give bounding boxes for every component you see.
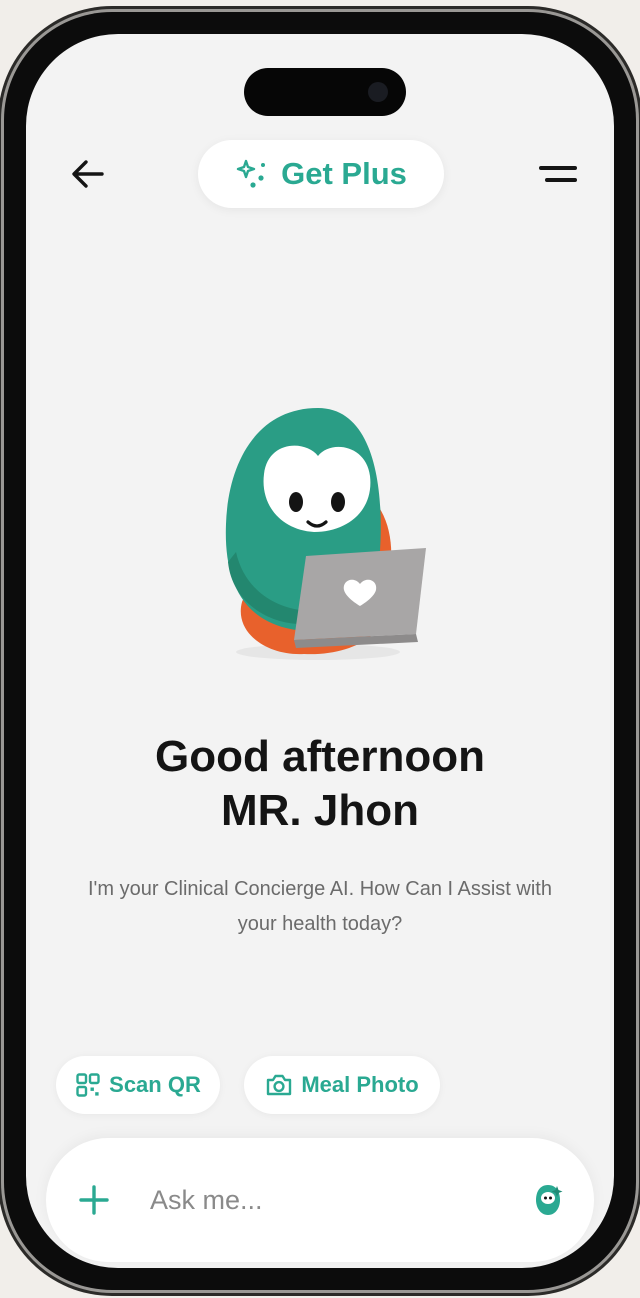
greeting-heading: Good afternoon MR. Jhon: [26, 730, 614, 838]
plus-icon: [79, 1185, 109, 1215]
sparkle-icon: [236, 159, 266, 188]
arrow-left-icon: [72, 160, 104, 188]
dynamic-island: [244, 68, 406, 116]
get-plus-button[interactable]: Get Plus: [198, 140, 444, 208]
qr-icon: [76, 1073, 100, 1097]
get-plus-label: Get Plus: [281, 156, 407, 191]
chat-composer: [46, 1138, 594, 1262]
meal-photo-label: Meal Photo: [301, 1072, 419, 1097]
top-bar: Get Plus: [26, 134, 614, 214]
ask-input[interactable]: [150, 1174, 500, 1226]
menu-icon: [539, 166, 577, 182]
meal-photo-chip[interactable]: Meal Photo: [244, 1056, 440, 1114]
scan-qr-chip[interactable]: Scan QR: [56, 1056, 220, 1114]
voice-assistant-icon: [536, 1185, 563, 1215]
scan-qr-label: Scan QR: [109, 1072, 201, 1097]
greeting-name: MR. Jhon: [221, 786, 419, 835]
back-button[interactable]: [66, 152, 110, 196]
greeting-line1: Good afternoon: [155, 732, 485, 781]
owl-mascot-illustration: [225, 408, 426, 660]
voice-assistant-button[interactable]: [524, 1176, 572, 1224]
assistant-intro-text: I'm your Clinical Concierge AI. How Can …: [88, 878, 552, 935]
camera-lens: [368, 82, 388, 102]
menu-button[interactable]: [536, 152, 580, 196]
app-screen: Get Plus Good afternoon MR. Jhon I'm you…: [26, 34, 614, 1268]
camera-icon: [267, 1074, 292, 1096]
add-attachment-button[interactable]: [72, 1178, 116, 1222]
phone-frame: Get Plus Good afternoon MR. Jhon I'm you…: [4, 12, 636, 1290]
